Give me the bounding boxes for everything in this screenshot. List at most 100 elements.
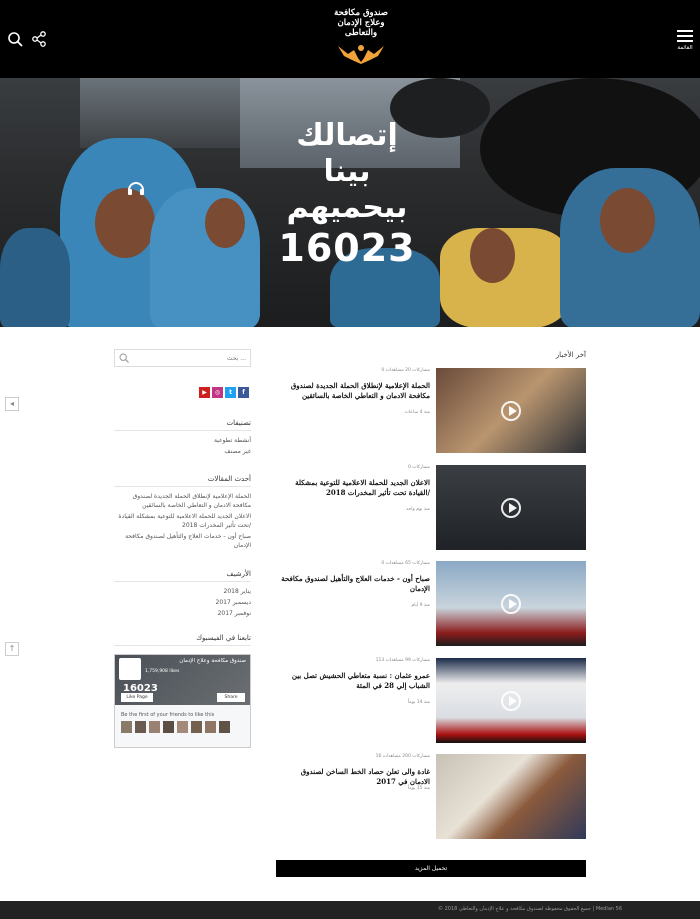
hamburger-bar (677, 35, 693, 37)
search-icon[interactable] (119, 353, 129, 363)
hero-figure (600, 188, 655, 253)
hero-banner[interactable]: إتصالك بينا بيحميهم 16023 (0, 78, 700, 327)
news-title[interactable]: الحملة الإعلامية لإنطلاق الحملة الجديدة … (280, 381, 430, 401)
hero-campaign-text: إتصالك بينا بيحميهم 16023 (262, 118, 432, 270)
category-link[interactable]: أنشطة تطوعية (114, 436, 251, 445)
recent-post-link[interactable]: الحملة الإعلامية لإنطلاق الحملة الجديدة … (114, 492, 251, 510)
news-thumbnail[interactable] (436, 754, 586, 839)
load-more-button[interactable]: تحميل المزيد (276, 860, 586, 877)
hotline-number: 16023 (278, 226, 416, 270)
divider (114, 486, 251, 487)
like-page-button[interactable]: Like Page (121, 693, 153, 702)
hero-line2: بينا (323, 154, 371, 189)
facebook-friends-text: Be the first of your friends to like thi… (121, 712, 215, 718)
avatar (177, 721, 188, 733)
share-button[interactable]: Share (217, 693, 245, 702)
hero-figure (0, 228, 70, 327)
headphones-icon (128, 182, 144, 195)
hero-figure (205, 198, 245, 248)
divider (114, 581, 251, 582)
sidebar: ▶ ◎ t f تصنيفات أنشطة تطوعية غير مصنف أح… (114, 349, 251, 748)
logo-line3: والتعاطى (344, 28, 378, 38)
hero-line3: بيحميهم (286, 190, 408, 225)
archive-title: الأرشيف (226, 570, 251, 578)
news-meta: 113 مشاركات 99 مشاهدات (375, 658, 430, 663)
avatar (135, 721, 146, 733)
news-meta: 0 مشاركات 65 مشاهدات (381, 561, 430, 566)
news-meta: 0 مشاركات 20 مشاهدات (381, 368, 430, 373)
site-logo[interactable]: صندوق مكافحة وعلاج الإدمان والتعاطى (322, 8, 400, 70)
logo-line2: وعلاج الإدمان (337, 18, 385, 28)
page-avatar (119, 658, 141, 680)
menu-button[interactable]: القائمة (677, 30, 693, 51)
twitter-icon[interactable]: t (225, 387, 236, 398)
facebook-widget[interactable]: صندوق مكافحة وعلاج الإدمان 1,759,908 lik… (114, 654, 251, 748)
play-icon[interactable] (501, 498, 521, 518)
news-item[interactable]: 0 مشاركات 65 مشاهدات صباح أون - خدمات ال… (276, 561, 586, 646)
play-icon[interactable] (501, 691, 521, 711)
news-date: منذ 4 ساعات (404, 410, 430, 415)
news-item[interactable]: 113 مشاركات 99 مشاهدات عمرو عثمان : نسبة… (276, 658, 586, 743)
hero-window (80, 78, 240, 148)
divider (114, 645, 251, 646)
youtube-icon[interactable]: ▶ (199, 387, 210, 398)
news-title[interactable]: غادة والى تعلن حصاد الخط الساخن لصندوق ا… (280, 767, 430, 787)
archive-link[interactable]: ديسمبر 2017 (114, 598, 251, 607)
instagram-icon[interactable]: ◎ (212, 387, 223, 398)
archive-link[interactable]: يناير 2018 (114, 587, 251, 596)
friend-avatars (121, 721, 230, 733)
news-title[interactable]: عمرو عثمان : نسبة متعاطي الحشيش تصل بين … (280, 671, 430, 691)
avatar (121, 721, 132, 733)
recent-post-link[interactable]: صباح أون - خدمات العلاج والتأهيل لصندوق … (114, 532, 251, 550)
menu-label: القائمة (677, 45, 693, 51)
facebook-likes: 1,759,908 likes (145, 669, 180, 674)
avatar (149, 721, 160, 733)
categories-list: أنشطة تطوعية غير مصنف (114, 436, 251, 458)
logo-line1: صندوق مكافحة (334, 8, 388, 18)
facebook-page-name[interactable]: صندوق مكافحة وعلاج الإدمان (179, 658, 246, 664)
news-thumbnail[interactable] (436, 368, 586, 453)
news-meta: 16 مشاركات 200 مشاهدات (375, 754, 430, 759)
recent-posts-list: الحملة الإعلامية لإنطلاق الحملة الجديدة … (114, 492, 251, 552)
avatar (205, 721, 216, 733)
share-icon[interactable] (31, 31, 47, 47)
recent-post-link[interactable]: الاعلان الجديد للحملة الاعلامية للتوعية … (114, 512, 251, 530)
latest-news-heading: آخر الأخبار (555, 351, 586, 359)
search-input[interactable] (136, 353, 246, 363)
site-footer: © 2018 جميع الحقوق محفوظة لصندوق مكافحة … (0, 901, 700, 919)
facebook-icon[interactable]: f (238, 387, 249, 398)
hamburger-icon (677, 30, 693, 32)
news-date: منذ 9 أيام (411, 603, 430, 608)
news-date: منذ 14 يوماً (407, 700, 430, 705)
news-thumbnail[interactable] (436, 561, 586, 646)
hero-line1: إتصالك (296, 118, 398, 153)
play-icon[interactable] (501, 401, 521, 421)
facebook-widget-title: تابعنا في الفيسبوك (196, 634, 251, 642)
news-thumbnail[interactable] (436, 658, 586, 743)
social-links: ▶ ◎ t f (199, 387, 249, 398)
search-icon[interactable] (7, 31, 23, 47)
news-item[interactable]: 0 مشاركات الاعلان الجديد للحملة الاعلامي… (276, 465, 586, 550)
scroll-side-button[interactable]: ◂ (5, 397, 19, 411)
hero-figure (150, 188, 260, 327)
category-link[interactable]: غير مصنف (114, 447, 251, 456)
header-actions (7, 31, 47, 47)
facebook-cover: صندوق مكافحة وعلاج الإدمان 1,759,908 lik… (115, 655, 250, 705)
search-box[interactable] (114, 349, 251, 367)
archive-link[interactable]: نوفمبر 2017 (114, 609, 251, 618)
news-date: منذ 15 يوماً (407, 786, 430, 791)
scroll-top-button[interactable]: ↑ (5, 642, 19, 656)
categories-title: تصنيفات (226, 419, 251, 427)
play-icon[interactable] (501, 594, 521, 614)
divider (114, 430, 251, 431)
news-title[interactable]: الاعلان الجديد للحملة الاعلامية للتوعية … (280, 478, 430, 498)
news-title[interactable]: صباح أون - خدمات العلاج والتأهيل لصندوق … (280, 574, 430, 594)
news-item[interactable]: 0 مشاركات 20 مشاهدات الحملة الإعلامية لإ… (276, 368, 586, 453)
site-header: صندوق مكافحة وعلاج الإدمان والتعاطى القا… (0, 0, 700, 78)
news-item[interactable]: 16 مشاركات 200 مشاهدات غادة والى تعلن حص… (276, 754, 586, 839)
hands-logo-icon (338, 45, 384, 64)
news-thumbnail[interactable] (436, 465, 586, 550)
news-date: منذ يوم واحد (406, 507, 430, 512)
copyright-text: © 2018 جميع الحقوق محفوظة لصندوق مكافحة … (438, 906, 623, 912)
recent-posts-title: أحدث المقالات (207, 475, 251, 483)
